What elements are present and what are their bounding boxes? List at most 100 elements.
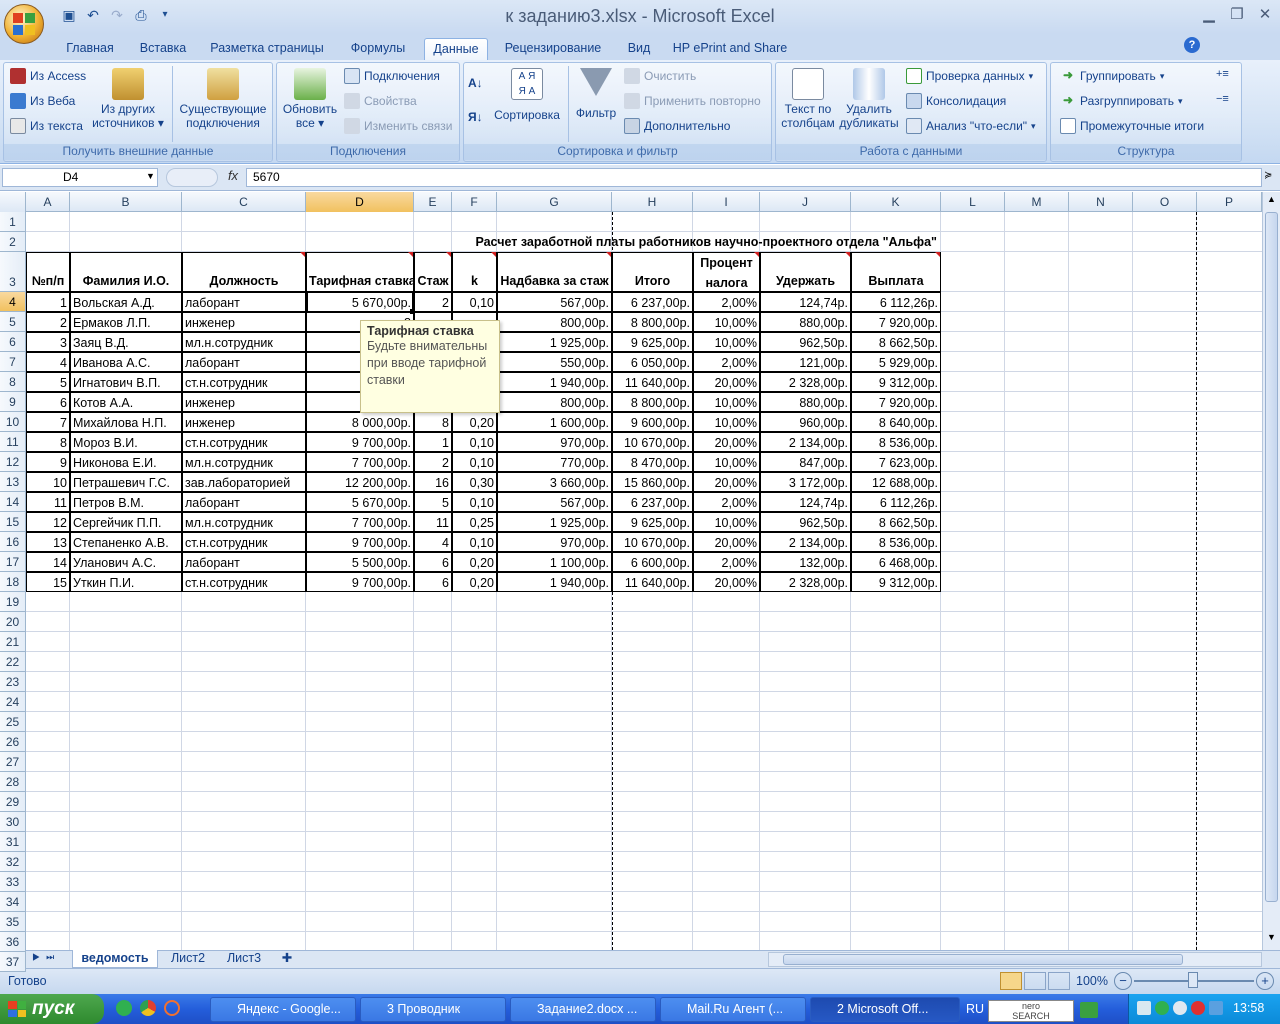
row-header[interactable]: 6 xyxy=(0,332,26,352)
tray-antivirus-icon[interactable] xyxy=(1191,1001,1205,1015)
data-cell[interactable]: 1 925,00р. xyxy=(497,332,612,352)
page-layout-view-icon[interactable] xyxy=(1024,972,1046,990)
data-cell[interactable]: 0,10 xyxy=(452,492,497,512)
connections-button[interactable]: Подключения xyxy=(344,68,440,84)
data-cell[interactable]: 847,00р. xyxy=(760,452,851,472)
row-header[interactable]: 9 xyxy=(0,392,26,412)
formula-bar-expand-handle[interactable] xyxy=(166,168,218,187)
data-cell[interactable]: инженер xyxy=(182,412,306,432)
row-header[interactable]: 7 xyxy=(0,352,26,372)
data-cell[interactable]: 2,00% xyxy=(693,492,760,512)
column-header-c[interactable]: C xyxy=(182,192,306,212)
tray-agent-icon[interactable] xyxy=(1155,1001,1169,1015)
scroll-up-icon[interactable]: ▲ xyxy=(1264,194,1279,209)
data-cell[interactable]: 1 xyxy=(26,292,70,312)
data-cell[interactable]: 3 172,00р. xyxy=(760,472,851,492)
data-cell[interactable]: Вольская А.Д. xyxy=(70,292,182,312)
data-cell[interactable]: 5 xyxy=(414,492,452,512)
table-header-exp[interactable]: Стаж xyxy=(414,252,452,292)
table-header-payout[interactable]: Выплата xyxy=(851,252,941,292)
data-cell[interactable]: 9 312,00р. xyxy=(851,572,941,592)
data-cell[interactable]: лаборант xyxy=(182,492,306,512)
data-cell[interactable]: 0,25 xyxy=(452,512,497,532)
data-cell[interactable]: 8 662,50р. xyxy=(851,512,941,532)
data-cell[interactable]: инженер xyxy=(182,392,306,412)
data-cell[interactable]: 960,00р. xyxy=(760,412,851,432)
data-cell[interactable]: Никонова Е.И. xyxy=(70,452,182,472)
data-cell[interactable]: 20,00% xyxy=(693,532,760,552)
data-cell[interactable]: 0,30 xyxy=(452,472,497,492)
table-header-tax[interactable]: Процент налога xyxy=(693,252,760,292)
data-cell[interactable]: Иванова А.С. xyxy=(70,352,182,372)
data-cell[interactable]: 0,10 xyxy=(452,532,497,552)
task-word[interactable]: Задание2.docx ... xyxy=(510,997,656,1022)
tray-network-icon[interactable] xyxy=(1137,1001,1151,1015)
clear-filter-button[interactable]: Очистить xyxy=(624,68,696,84)
data-cell[interactable]: лаборант xyxy=(182,292,306,312)
data-cell[interactable]: 1 925,00р. xyxy=(497,512,612,532)
data-cell[interactable]: Степаненко А.В. xyxy=(70,532,182,552)
normal-view-icon[interactable] xyxy=(1000,972,1022,990)
data-cell[interactable]: Котов А.А. xyxy=(70,392,182,412)
row-header[interactable]: 16 xyxy=(0,532,26,552)
data-cell[interactable]: 6 xyxy=(414,572,452,592)
data-cell[interactable]: 121,00р. xyxy=(760,352,851,372)
data-cell[interactable]: 10,00% xyxy=(693,512,760,532)
row-header[interactable]: 1 xyxy=(0,212,26,232)
refresh-all-button[interactable]: Обновить все ▾ xyxy=(280,68,340,130)
column-header-n[interactable]: N xyxy=(1069,192,1133,212)
data-cell[interactable]: лаборант xyxy=(182,352,306,372)
row-header[interactable]: 2 xyxy=(0,232,26,252)
data-cell[interactable]: 567,00р. xyxy=(497,292,612,312)
column-header-i[interactable]: I xyxy=(693,192,760,212)
data-cell[interactable]: 7 xyxy=(26,412,70,432)
language-indicator[interactable]: RU xyxy=(966,1002,984,1016)
row-header[interactable]: 17 xyxy=(0,552,26,572)
data-cell[interactable]: 124,74р. xyxy=(760,292,851,312)
quicklaunch-whatsapp-icon[interactable] xyxy=(116,1000,132,1016)
row-header[interactable]: 3 xyxy=(0,252,26,292)
quicklaunch-mail-icon[interactable] xyxy=(164,1000,180,1016)
row-header[interactable]: 20 xyxy=(0,612,26,632)
data-cell[interactable]: 1 940,00р. xyxy=(497,372,612,392)
data-cell[interactable]: мл.н.сотрудник xyxy=(182,332,306,352)
data-cell[interactable]: 6 xyxy=(26,392,70,412)
data-cell[interactable]: 1 xyxy=(414,432,452,452)
text-to-columns-button[interactable]: Текст по столбцам xyxy=(778,68,838,130)
sort-button[interactable]: А ЯЯ А Сортировка xyxy=(492,68,562,122)
data-cell[interactable]: 8 662,50р. xyxy=(851,332,941,352)
data-cell[interactable]: 10,00% xyxy=(693,392,760,412)
table-header-k[interactable]: k xyxy=(452,252,497,292)
row-header[interactable]: 29 xyxy=(0,792,26,812)
table-header-position[interactable]: Должность xyxy=(182,252,306,292)
tab-data[interactable]: Данные xyxy=(424,38,488,60)
data-cell[interactable]: 2 134,00р. xyxy=(760,532,851,552)
sheet-tab-list3[interactable]: Лист3 xyxy=(218,950,270,968)
close-button[interactable]: ✕ xyxy=(1252,4,1278,26)
tab-view[interactable]: Вид xyxy=(620,38,658,60)
data-cell[interactable]: 9 xyxy=(26,452,70,472)
data-cell[interactable]: 10 xyxy=(26,472,70,492)
data-cell[interactable]: 6 600,00р. xyxy=(612,552,693,572)
reapply-filter-button[interactable]: Применить повторно xyxy=(624,93,761,109)
from-other-sources-button[interactable]: Из других источников ▾ xyxy=(88,68,168,130)
data-cell[interactable]: 132,00р. xyxy=(760,552,851,572)
data-cell[interactable]: 800,00р. xyxy=(497,392,612,412)
column-header-l[interactable]: L xyxy=(941,192,1005,212)
data-cell[interactable]: 8 536,00р. xyxy=(851,432,941,452)
data-cell[interactable]: ст.н.сотрудник xyxy=(182,532,306,552)
from-access-button[interactable]: Из Access xyxy=(10,68,86,84)
column-header-p[interactable]: P xyxy=(1197,192,1262,212)
row-header[interactable]: 15 xyxy=(0,512,26,532)
data-cell[interactable]: Мороз В.И. xyxy=(70,432,182,452)
data-cell[interactable]: 3 660,00р. xyxy=(497,472,612,492)
data-cell[interactable]: 10 670,00р. xyxy=(612,532,693,552)
column-header-b[interactable]: B xyxy=(70,192,182,212)
nero-go-icon[interactable] xyxy=(1080,1002,1098,1018)
data-cell[interactable]: 12 688,00р. xyxy=(851,472,941,492)
data-cell[interactable]: 8 470,00р. xyxy=(612,452,693,472)
data-cell[interactable]: 2 xyxy=(414,452,452,472)
row-header[interactable]: 34 xyxy=(0,892,26,912)
data-cell[interactable]: 567,00р. xyxy=(497,492,612,512)
data-cell[interactable]: 8 640,00р. xyxy=(851,412,941,432)
